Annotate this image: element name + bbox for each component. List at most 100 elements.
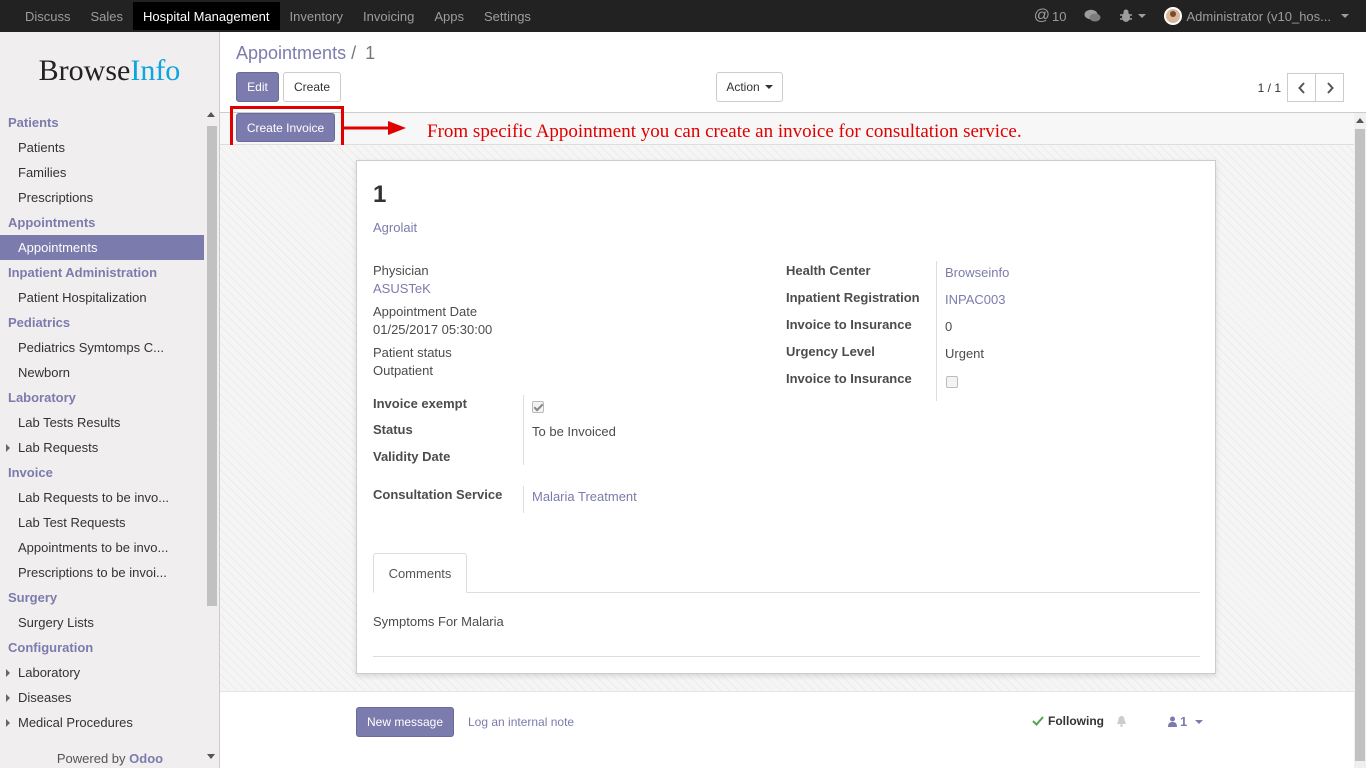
sidebar-item-lab-requests-invoice[interactable]: Lab Requests to be invo... [0, 485, 204, 510]
sidebar-item-patient-hospitalization[interactable]: Patient Hospitalization [0, 285, 204, 310]
expand-triangle-icon [6, 444, 10, 452]
notebook-tab-line [373, 592, 1200, 593]
log-note-link[interactable]: Log an internal note [468, 715, 574, 729]
sidebar-item-surgery-lists[interactable]: Surgery Lists [0, 610, 204, 635]
health-center-link[interactable]: Browseinfo [945, 265, 1009, 280]
sidebar-item-lab-requests[interactable]: Lab Requests [0, 435, 204, 460]
top-navbar: Discuss Sales Hospital Management Invent… [0, 0, 1366, 32]
patient-link[interactable]: Agrolait [373, 220, 417, 235]
avatar [1164, 7, 1183, 25]
sidebar-item-lab-tests-results[interactable]: Lab Tests Results [0, 410, 204, 435]
comments-text[interactable]: Symptoms For Malaria [373, 614, 504, 629]
debug-button[interactable] [1110, 0, 1155, 32]
chevron-right-icon [1326, 81, 1334, 94]
breadcrumb-parent[interactable]: Appointments [236, 43, 346, 63]
urgency-level-value: Urgent [945, 346, 985, 361]
user-menu[interactable]: Administrator (v10_hos... [1155, 0, 1358, 32]
status-label: Status [373, 422, 413, 437]
expand-triangle-icon [6, 719, 10, 727]
sidebar-item-pediatrics-symptoms[interactable]: Pediatrics Symtomps C... [0, 335, 204, 360]
menu-hospital-management[interactable]: Hospital Management [133, 2, 280, 30]
following-button[interactable]: Following [1032, 714, 1127, 728]
tab-comments[interactable]: Comments [373, 553, 467, 593]
sidebar-section-inpatient: Inpatient Administration [8, 265, 158, 280]
appointment-date-value: 01/25/2017 05:30:00 [373, 322, 493, 337]
menu-inventory[interactable]: Inventory [280, 0, 353, 32]
urgency-level-label: Urgency Level [786, 344, 875, 359]
consultation-service-link[interactable]: Malaria Treatment [532, 489, 637, 504]
bell-icon [1117, 716, 1126, 727]
scrollbar-thumb[interactable] [207, 126, 217, 606]
sidebar-item-label: Medical Procedures [18, 715, 133, 730]
sidebar-section-surgery: Surgery [8, 590, 58, 605]
sidebar-item-prescriptions[interactable]: Prescriptions [0, 185, 204, 210]
invoice-to-insurance-checkbox-label: Invoice to Insurance [786, 371, 912, 386]
menu-sales[interactable]: Sales [81, 0, 134, 32]
physician-label: Physician [373, 263, 429, 278]
action-dropdown[interactable]: Action [716, 72, 783, 102]
menu-discuss[interactable]: Discuss [15, 0, 81, 32]
new-message-button[interactable]: New message [356, 707, 454, 737]
action-label: Action [726, 80, 760, 94]
form-sheet: 1 Agrolait Physician ASUSTeK Appointment… [356, 160, 1216, 674]
sidebar-item-config-laboratory[interactable]: Laboratory [0, 660, 204, 685]
invoice-exempt-checkbox[interactable] [532, 401, 544, 413]
main-scrollbar[interactable] [1354, 113, 1366, 768]
menu-invoicing[interactable]: Invoicing [353, 0, 424, 32]
powered-by: Powered by Odoo [0, 751, 220, 766]
physician-link[interactable]: ASUSTeK [373, 281, 431, 296]
sidebar-item-label: Diseases [18, 690, 72, 705]
check-icon [1032, 716, 1044, 726]
invoice-to-insurance-label: Invoice to Insurance [786, 317, 912, 332]
field-divider [523, 395, 524, 465]
pager-previous-button[interactable] [1287, 73, 1316, 102]
chat-bubbles-icon [1084, 9, 1101, 22]
patient-status-label: Patient status [373, 345, 452, 360]
pager-value[interactable]: 1 / 1 [1258, 81, 1281, 95]
patient-status-value: Outpatient [373, 363, 433, 378]
menu-apps[interactable]: Apps [424, 0, 474, 32]
inpatient-registration-label: Inpatient Registration [786, 290, 920, 305]
user-icon [1168, 716, 1177, 727]
app-menu: Discuss Sales Hospital Management Invent… [0, 0, 541, 32]
odoo-link[interactable]: Odoo [129, 751, 163, 766]
logo-text-accent: Info [130, 54, 181, 87]
sidebar-scrollbar[interactable] [205, 112, 217, 759]
mentions-button[interactable]: @ 10 [1025, 0, 1076, 32]
sidebar-item-lab-test-requests[interactable]: Lab Test Requests [0, 510, 204, 535]
scroll-up-icon[interactable] [207, 112, 215, 117]
annotation-text: From specific Appointment you can create… [427, 121, 1022, 142]
sidebar-item-families[interactable]: Families [0, 160, 204, 185]
sidebar: Browse Info Patients Patients Families Pr… [0, 32, 220, 768]
scrollbar-thumb[interactable] [1355, 129, 1365, 761]
followers-dropdown[interactable]: 1 [1168, 714, 1204, 729]
invoice-to-insurance-checkbox[interactable] [946, 376, 958, 388]
appointment-date-label: Appointment Date [373, 304, 478, 319]
sidebar-nav: Patients Patients Families Prescriptions… [0, 110, 204, 750]
invoice-exempt-label: Invoice exempt [373, 396, 467, 411]
edit-button[interactable]: Edit [236, 72, 279, 102]
sidebar-item-newborn[interactable]: Newborn [0, 360, 204, 385]
sidebar-item-appointments[interactable]: Appointments [0, 235, 204, 260]
sidebar-section-invoice: Invoice [8, 465, 53, 480]
company-logo[interactable]: Browse Info [0, 32, 219, 110]
record-title: 1 [373, 181, 387, 208]
user-name: Administrator (v10_hos... [1186, 8, 1331, 24]
sidebar-section-appointments: Appointments [8, 215, 96, 230]
scroll-up-icon[interactable] [1356, 118, 1364, 123]
sidebar-item-diseases[interactable]: Diseases [0, 685, 204, 710]
menu-settings[interactable]: Settings [474, 0, 541, 32]
chat-button[interactable] [1075, 0, 1110, 32]
inpatient-registration-link[interactable]: INPAC003 [945, 292, 1005, 307]
expand-triangle-icon [6, 669, 10, 677]
field-divider [523, 486, 524, 513]
control-panel: Appointments / 1 Edit Create Action 1 / … [220, 32, 1366, 113]
sidebar-item-medical-procedures[interactable]: Medical Procedures [0, 710, 204, 735]
create-button[interactable]: Create [283, 72, 341, 102]
expand-triangle-icon [6, 694, 10, 702]
chatter: New message Log an internal note Followi… [220, 691, 1354, 768]
sidebar-item-patients[interactable]: Patients [0, 135, 204, 160]
pager-next-button[interactable] [1315, 73, 1344, 102]
sidebar-item-appointments-invoice[interactable]: Appointments to be invo... [0, 535, 204, 560]
sidebar-item-prescriptions-invoice[interactable]: Prescriptions to be invoi... [0, 560, 204, 585]
